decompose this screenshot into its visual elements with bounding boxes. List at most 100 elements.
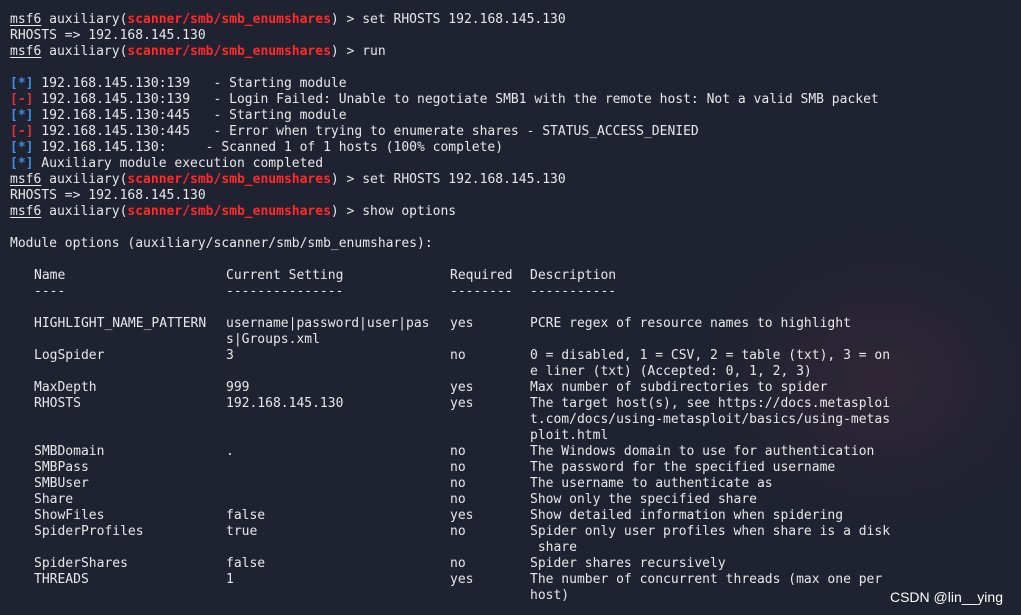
underline-required: -------- xyxy=(450,284,513,299)
table-row: SpiderShares false no Spider shares recursi… xyxy=(0,556,1021,572)
prompt-suffix: ) > xyxy=(330,172,363,187)
command-text: set RHOSTS 192.168.145.130 xyxy=(362,172,566,187)
option-name: THREADS xyxy=(34,572,89,587)
command-line: msf6 auxiliary(scanner/smb/smb_enumshare… xyxy=(0,172,1021,188)
command-line: msf6 auxiliary(scanner/smb/smb_enumshare… xyxy=(0,204,1021,220)
option-description: The username to authenticate as xyxy=(530,476,773,491)
msf-prompt: msf6 xyxy=(10,44,42,59)
option-description: The number of concurrent threads (max on… xyxy=(530,572,883,587)
option-name: LogSpider xyxy=(34,348,105,363)
option-description: The target host(s), see https://docs.met… xyxy=(530,396,891,411)
command-text: run xyxy=(362,44,386,59)
option-required: no xyxy=(450,556,466,571)
prompt-suffix: ) > xyxy=(330,204,363,219)
prompt-module: scanner/smb/smb_enumshares xyxy=(127,172,331,187)
option-description: PCRE regex of resource names to highligh… xyxy=(530,316,851,331)
prompt-module: scanner/smb/smb_enumshares xyxy=(127,44,331,59)
table-row: SMBPass no The password for the specified … xyxy=(0,460,1021,476)
error-tag: [-] xyxy=(10,92,34,107)
prompt-aux-prefix: auxiliary( xyxy=(41,172,128,187)
option-required: no xyxy=(450,460,466,475)
status-text: 192.168.145.130:445 - Error when trying … xyxy=(33,124,699,139)
option-description: Show detailed information when spidering xyxy=(530,508,844,523)
status-text: Auxiliary module execution completed xyxy=(33,156,324,171)
option-required: yes xyxy=(450,396,474,411)
table-row: ShowFiles false yes Show detailed informati… xyxy=(0,508,1021,524)
prompt-aux-prefix: auxiliary( xyxy=(41,44,128,59)
module-options-header: Module options (auxiliary/scanner/smb/sm… xyxy=(10,236,433,251)
error-tag: [-] xyxy=(10,124,34,139)
status-line: [*] 192.168.145.130: - Scanned 1 of 1 ho… xyxy=(0,140,1021,156)
option-description: Show only the specified share xyxy=(530,492,757,507)
options-table-header-underline: ---- --------------- -------- ----------… xyxy=(0,284,1021,300)
option-required: no xyxy=(450,444,466,459)
output-line: RHOSTS => 192.168.145.130 xyxy=(10,188,206,203)
option-name: SpiderProfiles xyxy=(34,524,144,539)
status-text: 192.168.145.130:139 - Login Failed: Unab… xyxy=(33,92,879,107)
table-row: share xyxy=(0,540,1021,556)
status-line: [-] 192.168.145.130:445 - Error when try… xyxy=(0,124,1021,140)
option-description: Spider only user profiles when share is … xyxy=(530,524,891,539)
column-header-name: Name xyxy=(34,268,66,283)
table-row: MaxDepth 999 yes Max number of subdirectori… xyxy=(0,380,1021,396)
prompt-suffix: ) > xyxy=(330,44,363,59)
option-required: yes xyxy=(450,316,474,331)
option-required: yes xyxy=(450,508,474,523)
option-name: MaxDepth xyxy=(34,380,97,395)
option-name: SMBPass xyxy=(34,460,89,475)
status-line: [-] 192.168.145.130:139 - Login Failed: … xyxy=(0,92,1021,108)
status-line: [*] 192.168.145.130:445 - Starting modul… xyxy=(0,108,1021,124)
option-name: Share xyxy=(34,492,74,507)
option-required: no xyxy=(450,348,466,363)
table-row: SpiderProfiles true no Spider only user pro… xyxy=(0,524,1021,540)
column-header-setting: Current Setting xyxy=(226,268,344,283)
table-row: e liner (txt) (Accepted: 0, 1, 2, 3) xyxy=(0,364,1021,380)
underline-description: ----------- xyxy=(530,284,617,299)
option-description: ploit.html xyxy=(530,428,609,443)
option-required: yes xyxy=(450,380,474,395)
prompt-aux-prefix: auxiliary( xyxy=(41,12,128,27)
msf-prompt: msf6 xyxy=(10,172,42,187)
status-line: [*] Auxiliary module execution completed xyxy=(0,156,1021,172)
output-line: RHOSTS => 192.168.145.130 xyxy=(10,28,206,43)
table-row: RHOSTS 192.168.145.130 yes The target host(… xyxy=(0,396,1021,412)
prompt-suffix: ) > xyxy=(330,12,363,27)
table-row: t.com/docs/using-metasploit/basics/using… xyxy=(0,412,1021,428)
table-row: Share no Show only the specified share xyxy=(0,492,1021,508)
option-description: The password for the specified username xyxy=(530,460,836,475)
option-setting: false xyxy=(226,508,266,523)
option-setting: . xyxy=(226,444,234,459)
info-tag: [*] xyxy=(10,140,34,155)
command-line: msf6 auxiliary(scanner/smb/smb_enumshare… xyxy=(0,44,1021,60)
option-name: RHOSTS xyxy=(34,396,81,411)
status-line: [*] 192.168.145.130:139 - Starting modul… xyxy=(0,76,1021,92)
option-name: SMBUser xyxy=(34,476,89,491)
option-description: The Windows domain to use for authentica… xyxy=(530,444,875,459)
option-description: Spider shares recursively xyxy=(530,556,726,571)
status-text: 192.168.145.130:445 - Starting module xyxy=(33,108,347,123)
prompt-module: scanner/smb/smb_enumshares xyxy=(127,204,331,219)
option-setting: 999 xyxy=(226,380,250,395)
option-required: no xyxy=(450,492,466,507)
table-row: ploit.html xyxy=(0,428,1021,444)
option-setting: 3 xyxy=(226,348,234,363)
options-table-body: HIGHLIGHT_NAME_PATTERN username|password|… xyxy=(0,316,1021,604)
table-row: HIGHLIGHT_NAME_PATTERN username|password|… xyxy=(0,316,1021,332)
option-setting: false xyxy=(226,556,266,571)
option-name: SpiderShares xyxy=(34,556,128,571)
table-row: THREADS 1 yes The number of concurrent thre… xyxy=(0,572,1021,588)
status-text: 192.168.145.130:139 - Starting module xyxy=(33,76,347,91)
table-row: SMBUser no The username to authenticate as xyxy=(0,476,1021,492)
msf-prompt: msf6 xyxy=(10,12,42,27)
option-required: no xyxy=(450,524,466,539)
prompt-aux-prefix: auxiliary( xyxy=(41,204,128,219)
terminal-window[interactable]: msf6 auxiliary(scanner/smb/smb_enumshare… xyxy=(0,0,1021,615)
underline-name: ---- xyxy=(34,284,66,299)
option-setting: true xyxy=(226,524,258,539)
option-description: t.com/docs/using-metasploit/basics/using… xyxy=(530,412,891,427)
option-setting: 192.168.145.130 xyxy=(226,396,344,411)
option-required: yes xyxy=(450,572,474,587)
